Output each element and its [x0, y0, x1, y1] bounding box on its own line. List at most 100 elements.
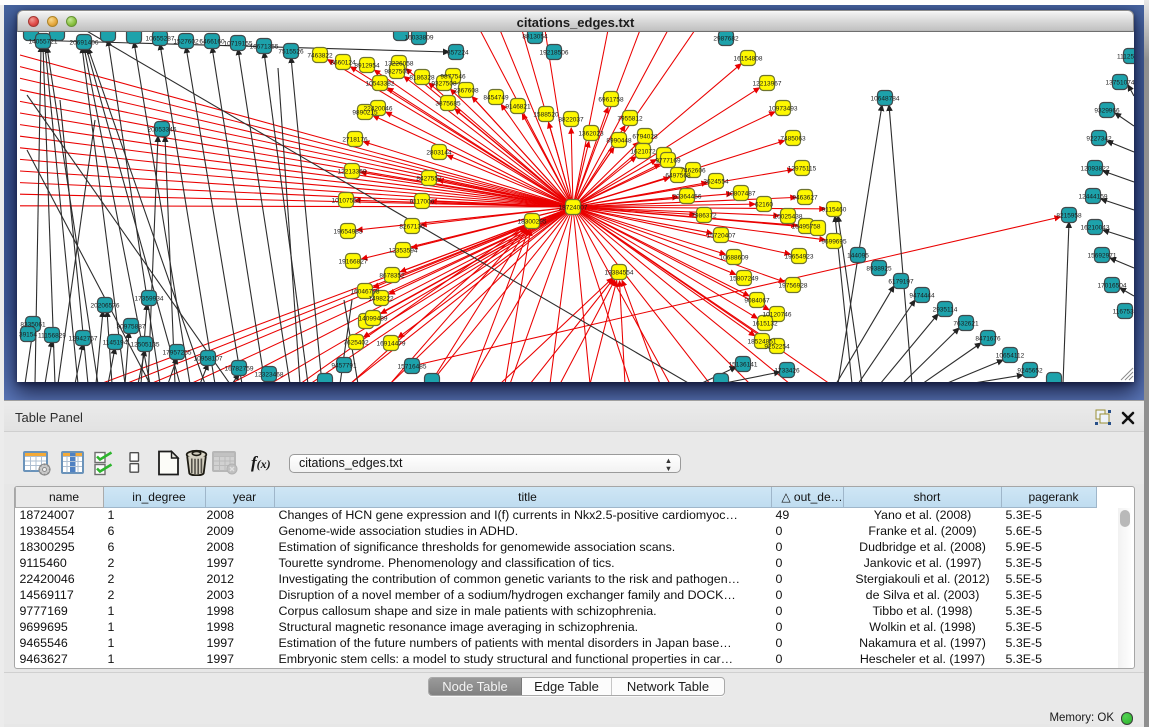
svg-text:10120746: 10120746: [763, 311, 792, 318]
svg-text:6794028: 6794028: [632, 133, 658, 140]
svg-text:15807249: 15807249: [730, 275, 759, 282]
svg-text:10107553: 10107553: [332, 197, 361, 204]
svg-text:1167533: 1167533: [1113, 308, 1134, 315]
svg-text:2935114: 2935114: [933, 306, 958, 313]
svg-text:12353594: 12353594: [389, 247, 418, 254]
svg-text:9699695: 9699695: [821, 238, 847, 245]
svg-text:14099489: 14099489: [359, 315, 388, 322]
svg-text:10807487: 10807487: [727, 190, 756, 197]
svg-text:15720407: 15720407: [707, 232, 736, 239]
svg-text:10973493: 10973493: [769, 105, 798, 112]
svg-text:1145194: 1145194: [103, 339, 128, 346]
svg-text:7463822: 7463822: [307, 52, 333, 59]
svg-text:19218506: 19218506: [540, 49, 569, 56]
svg-text:1498222: 1498222: [368, 295, 394, 302]
svg-text:8267130: 8267130: [399, 223, 425, 230]
svg-text:6179197: 6179197: [888, 278, 914, 285]
svg-text:9474444: 9474444: [909, 292, 935, 299]
svg-text:9329966: 9329966: [1094, 107, 1120, 114]
svg-text:8454749: 8454749: [483, 94, 509, 101]
svg-text:8678352: 8678352: [379, 272, 405, 279]
svg-text:19384554: 19384554: [605, 269, 634, 276]
svg-text:19756928: 19756928: [779, 282, 808, 289]
svg-text:144095: 144095: [847, 252, 869, 259]
svg-text:2987682: 2987682: [713, 35, 739, 42]
svg-text:3875685: 3875685: [435, 100, 461, 107]
svg-text:30975887: 30975887: [117, 323, 146, 330]
svg-text:10655287: 10655287: [146, 35, 175, 42]
svg-text:6961758: 6961758: [598, 96, 624, 103]
svg-text:18724007: 18724007: [559, 204, 588, 211]
svg-text:16495758: 16495758: [792, 223, 821, 230]
svg-text:2803144: 2803144: [426, 149, 452, 156]
svg-text:8990448: 8990448: [606, 137, 632, 144]
svg-text:14055721: 14055721: [29, 38, 58, 45]
svg-text:8427552: 8427552: [416, 175, 442, 182]
svg-text:8822037: 8822037: [558, 116, 584, 123]
svg-text:8660124: 8660124: [330, 59, 356, 66]
svg-text:16782759: 16782759: [225, 365, 254, 372]
svg-text:12505135: 12505135: [131, 341, 160, 348]
svg-text:9117006: 9117006: [410, 198, 435, 205]
svg-text:20364456: 20364456: [673, 193, 702, 200]
svg-text:16671355: 16671355: [250, 43, 279, 50]
svg-text:16046798: 16046798: [351, 288, 380, 295]
svg-text:18300295: 18300295: [518, 218, 547, 225]
svg-text:8471676: 8471676: [975, 335, 1001, 342]
svg-text:10648784: 10648784: [871, 95, 900, 102]
svg-text:1588520: 1588520: [533, 111, 559, 118]
svg-text:16210043: 16210043: [1081, 224, 1110, 231]
svg-text:62160: 62160: [755, 201, 773, 208]
svg-text:3624554: 3624554: [703, 178, 729, 185]
svg-text:10688609: 10688609: [720, 254, 749, 261]
svg-text:9877546: 9877546: [440, 73, 466, 80]
svg-text:2367608: 2367608: [453, 87, 479, 94]
svg-text:8912954: 8912954: [354, 62, 380, 69]
svg-text:9463627: 9463627: [792, 194, 818, 201]
svg-text:7485063: 7485063: [780, 135, 806, 142]
svg-text:6497568: 6497568: [665, 172, 691, 179]
svg-text:20691406: 20691406: [70, 39, 99, 46]
svg-text:17957255: 17957255: [163, 349, 192, 356]
svg-text:9084067: 9084067: [744, 297, 770, 304]
svg-text:12323468: 12323468: [255, 371, 284, 378]
svg-text:7955812: 7955812: [617, 115, 643, 122]
svg-text:9890215: 9890215: [352, 109, 378, 116]
svg-text:9327508: 9327508: [431, 80, 457, 87]
svg-text:16033809: 16033809: [405, 34, 434, 41]
svg-text:9245652: 9245652: [1017, 367, 1043, 374]
svg-text:2718176: 2718176: [342, 136, 368, 143]
svg-text:13226058: 13226058: [385, 60, 414, 67]
svg-text:10719155: 10719155: [224, 40, 253, 47]
svg-text:1621072: 1621072: [630, 148, 656, 155]
svg-text:10958107: 10958107: [194, 355, 223, 362]
svg-text:9827505: 9827505: [384, 68, 410, 75]
svg-text:19166827: 19166827: [339, 258, 368, 265]
svg-text:10654112: 10654112: [996, 352, 1025, 359]
svg-text:15136141: 15136141: [729, 361, 758, 368]
svg-text:9457791: 9457791: [331, 362, 357, 369]
svg-text:15716485: 15716485: [398, 363, 427, 370]
svg-text:10543382: 10543382: [366, 80, 395, 87]
svg-text:19654983: 19654983: [334, 228, 363, 235]
svg-text:9115460: 9115460: [822, 206, 847, 213]
svg-text:12213967: 12213967: [753, 80, 782, 87]
svg-text:12444159: 12444159: [1079, 193, 1108, 200]
svg-text:9777169: 9777169: [655, 157, 681, 164]
svg-text:16154808: 16154808: [734, 55, 763, 62]
svg-text:10025438: 10025438: [774, 213, 803, 220]
svg-text:19654923: 19654923: [785, 253, 814, 260]
svg-text:11156829: 11156829: [38, 332, 66, 339]
svg-text:12942757: 12942757: [69, 335, 98, 342]
svg-text:9227342: 9227342: [1086, 135, 1112, 142]
svg-text:11125534: 11125534: [1117, 53, 1134, 60]
svg-text:1615132: 1615132: [752, 320, 778, 327]
svg-text:1527602: 1527602: [173, 38, 199, 45]
svg-text:7357224: 7357224: [443, 49, 469, 56]
svg-text:8938925: 8938925: [866, 265, 892, 272]
svg-text:16914479: 16914479: [377, 340, 406, 347]
svg-text:8215958: 8215958: [1056, 212, 1082, 219]
svg-text:13751074: 13751074: [1106, 79, 1134, 86]
svg-text:1362023: 1362023: [578, 130, 604, 137]
svg-text:17016504: 17016504: [1098, 282, 1127, 289]
